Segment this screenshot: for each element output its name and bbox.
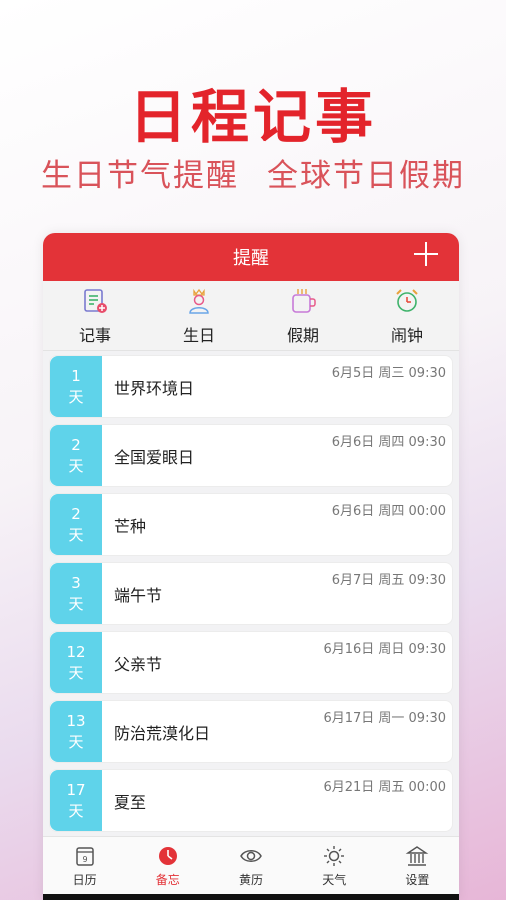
holiday-cup-icon	[292, 288, 316, 313]
birthday-person-icon	[189, 288, 209, 314]
category-alarm-label: 闹钟	[390, 325, 423, 345]
reminder-date: 6月6日 周四 00:00	[331, 504, 446, 519]
reminder-list: 1 天 世界环境日 6月5日 周三 09:30 2 天 全国爱眼日 6月6日 周…	[43, 351, 459, 850]
calendar-icon: 9	[75, 846, 94, 866]
reminder-name: 端午节	[114, 585, 163, 605]
reminder-item[interactable]: 2 天 全国爱眼日 6月6日 周四 09:30	[49, 424, 453, 487]
category-holiday[interactable]: 假期	[251, 281, 355, 350]
days-unit: 天	[68, 456, 84, 475]
days-left-badge: 2 天	[50, 494, 102, 555]
reminder-item[interactable]: 1 天 世界环境日 6月5日 周三 09:30	[49, 355, 453, 418]
bottom-tab-bar: 9 日历 备忘 黄历 天气 设置	[43, 836, 459, 894]
app-screen: 提醒 记事 生日 假期 闹钟 1 天 世界环境日 6月5日 周三 09:30 2…	[43, 233, 459, 900]
days-unit: 天	[68, 594, 84, 613]
tab-calendar-label: 日历	[72, 872, 97, 887]
tab-memo[interactable]: 备忘	[126, 837, 209, 894]
category-birthday-label: 生日	[182, 325, 215, 345]
reminder-item[interactable]: 2 天 芒种 6月6日 周四 00:00	[49, 493, 453, 556]
reminder-date: 6月16日 周日 09:30	[323, 642, 446, 657]
reminder-name: 全国爱眼日	[114, 447, 195, 467]
tab-almanac-label: 黄历	[239, 872, 264, 887]
reminder-item[interactable]: 17 天 夏至 6月21日 周五 00:00	[49, 769, 453, 832]
category-note[interactable]: 记事	[43, 281, 147, 350]
tab-weather[interactable]: 天气	[293, 837, 376, 894]
days-unit: 天	[68, 801, 84, 820]
days-unit: 天	[68, 525, 84, 544]
promo-sub-2: 全球节日假期	[267, 158, 465, 194]
reminder-item[interactable]: 3 天 端午节 6月7日 周五 09:30	[49, 562, 453, 625]
reminder-item[interactable]: 13 天 防治荒漠化日 6月17日 周一 09:30	[49, 700, 453, 763]
days-number: 1	[71, 366, 81, 385]
tab-memo-label: 备忘	[155, 872, 180, 887]
days-unit: 天	[68, 387, 84, 406]
days-number: 17	[66, 780, 86, 799]
category-note-label: 记事	[78, 325, 111, 345]
note-icon	[84, 288, 107, 313]
alarm-clock-icon	[396, 288, 418, 312]
reminder-date: 6月6日 周四 09:30	[331, 435, 446, 450]
days-number: 13	[66, 711, 86, 730]
tab-settings[interactable]: 设置	[376, 837, 459, 894]
reminder-name: 父亲节	[114, 654, 163, 674]
days-left-badge: 2 天	[50, 425, 102, 486]
days-left-badge: 12 天	[50, 632, 102, 693]
days-unit: 天	[68, 732, 84, 751]
promo-headline: 日程记事	[128, 83, 377, 151]
system-nav-strip	[43, 894, 459, 900]
reminder-date: 6月5日 周三 09:30	[331, 366, 446, 381]
days-number: 2	[71, 504, 81, 523]
eye-icon	[240, 849, 262, 862]
reminder-name: 夏至	[114, 792, 147, 812]
top-bar: 提醒	[43, 233, 459, 281]
reminder-date: 6月7日 周五 09:30	[331, 573, 446, 588]
svg-text:9: 9	[82, 855, 87, 864]
days-number: 2	[71, 435, 81, 454]
sun-icon	[324, 845, 345, 866]
category-alarm[interactable]: 闹钟	[355, 281, 459, 350]
memo-clock-icon	[158, 846, 177, 865]
category-bar: 记事 生日 假期 闹钟	[43, 281, 459, 351]
category-holiday-label: 假期	[286, 325, 319, 345]
add-reminder-button[interactable]	[411, 239, 441, 269]
reminder-item[interactable]: 12 天 父亲节 6月16日 周日 09:30	[49, 631, 453, 694]
days-left-badge: 13 天	[50, 701, 102, 762]
tab-settings-label: 设置	[405, 872, 430, 887]
reminder-name: 芒种	[114, 516, 147, 536]
category-birthday[interactable]: 生日	[147, 281, 251, 350]
days-left-badge: 17 天	[50, 770, 102, 831]
days-unit: 天	[68, 663, 84, 682]
promo-sub-1: 生日节气提醒	[41, 158, 239, 194]
reminder-date: 6月21日 周五 00:00	[323, 780, 446, 795]
reminder-date: 6月17日 周一 09:30	[323, 711, 446, 726]
reminder-name: 防治荒漠化日	[114, 723, 211, 743]
days-left-badge: 1 天	[50, 356, 102, 417]
page-title: 提醒	[233, 248, 269, 269]
days-left-badge: 3 天	[50, 563, 102, 624]
days-number: 12	[66, 642, 86, 661]
days-number: 3	[71, 573, 81, 592]
tab-almanac[interactable]: 黄历	[209, 837, 292, 894]
settings-building-icon	[406, 845, 429, 866]
promo-subline: 生日节气提醒 全球节日假期	[0, 150, 506, 195]
tab-weather-label: 天气	[322, 872, 347, 887]
tab-calendar[interactable]: 9 日历	[43, 837, 126, 894]
reminder-name: 世界环境日	[114, 378, 195, 398]
